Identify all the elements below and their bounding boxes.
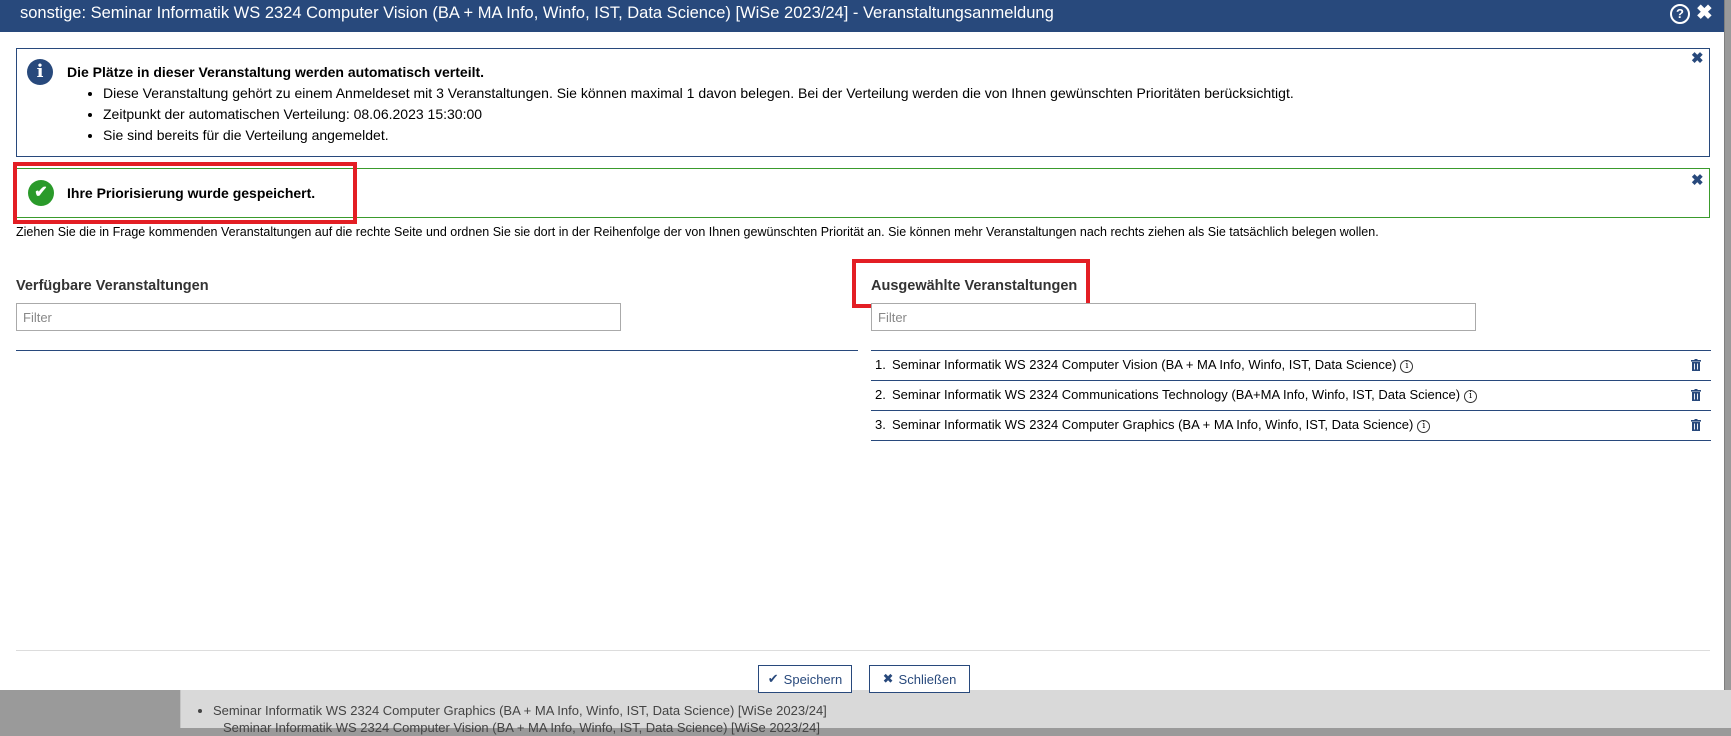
check-icon: ✔ [767, 671, 779, 686]
selected-list-item[interactable]: 2. Seminar Informatik WS 2324 Communicat… [871, 380, 1711, 410]
priority-number: 1. [875, 357, 886, 372]
available-filter-input[interactable] [16, 303, 621, 331]
background-list-item: Seminar Informatik WS 2324 Computer Grap… [213, 702, 1731, 719]
x-icon: ✖ [882, 671, 894, 686]
success-text: Ihre Priorisierung wurde gespeichert. [67, 185, 316, 201]
help-icon[interactable]: ? [1670, 4, 1690, 24]
info-list-item: Zeitpunkt der automatischen Verteilung: … [103, 104, 1294, 125]
background-page: Seminar Informatik WS 2324 Computer Grap… [180, 690, 1731, 735]
registration-dialog: sonstige: Seminar Informatik WS 2324 Com… [0, 0, 1725, 693]
priority-number: 3. [875, 417, 886, 432]
save-button[interactable]: ✔ Speichern [758, 665, 852, 693]
available-title: Verfügbare Veranstaltungen [16, 278, 209, 294]
selected-list-item[interactable]: 3. Seminar Informatik WS 2324 Computer G… [871, 410, 1711, 441]
info-icon: i [27, 59, 53, 85]
dialog-title: sonstige: Seminar Informatik WS 2324 Com… [20, 4, 1054, 22]
info-list-item: Sie sind bereits für die Verteilung ange… [103, 125, 1294, 146]
close-button[interactable]: ✖ Schließen [869, 665, 970, 693]
footer-divider [16, 650, 1710, 651]
available-list[interactable] [16, 350, 858, 351]
instruction-text: Ziehen Sie die in Frage kommenden Verans… [16, 225, 1379, 239]
info-list: Diese Veranstaltung gehört zu einem Anme… [69, 83, 1294, 146]
info-circle-icon[interactable]: i [1417, 420, 1431, 433]
dialog-titlebar: sonstige: Seminar Informatik WS 2324 Com… [0, 0, 1724, 32]
info-message-box: i Die Plätze in dieser Veranstaltung wer… [16, 48, 1710, 157]
trash-icon[interactable] [1691, 359, 1701, 371]
course-label: Seminar Informatik WS 2324 Computer Grap… [892, 417, 1414, 432]
save-button-label: Speichern [783, 671, 843, 687]
selected-list-item[interactable]: 1. Seminar Informatik WS 2324 Computer V… [871, 350, 1711, 380]
info-list-item: Diese Veranstaltung gehört zu einem Anme… [103, 83, 1294, 104]
dialog-close-icon[interactable]: ✖ [1696, 2, 1713, 24]
selected-list: 1. Seminar Informatik WS 2324 Computer V… [871, 350, 1711, 441]
info-circle-icon[interactable]: i [1400, 360, 1414, 373]
trash-icon[interactable] [1691, 389, 1701, 401]
close-button-label: Schließen [898, 671, 957, 687]
selected-title: Ausgewählte Veranstaltungen [871, 278, 1078, 294]
course-label: Seminar Informatik WS 2324 Computer Visi… [892, 357, 1397, 372]
selected-filter-input[interactable] [871, 303, 1476, 331]
success-message-box: ✔ Ihre Priorisierung wurde gespeichert. … [16, 168, 1710, 218]
priority-number: 2. [875, 387, 886, 402]
info-circle-icon[interactable]: i [1464, 390, 1478, 403]
trash-icon[interactable] [1691, 419, 1701, 431]
info-heading: Die Plätze in dieser Veranstaltung werde… [67, 64, 485, 80]
check-circle-icon: ✔ [28, 180, 54, 206]
success-close-icon[interactable]: ✖ [1691, 171, 1704, 189]
course-label: Seminar Informatik WS 2324 Communication… [892, 387, 1461, 402]
info-close-icon[interactable]: ✖ [1691, 49, 1704, 67]
